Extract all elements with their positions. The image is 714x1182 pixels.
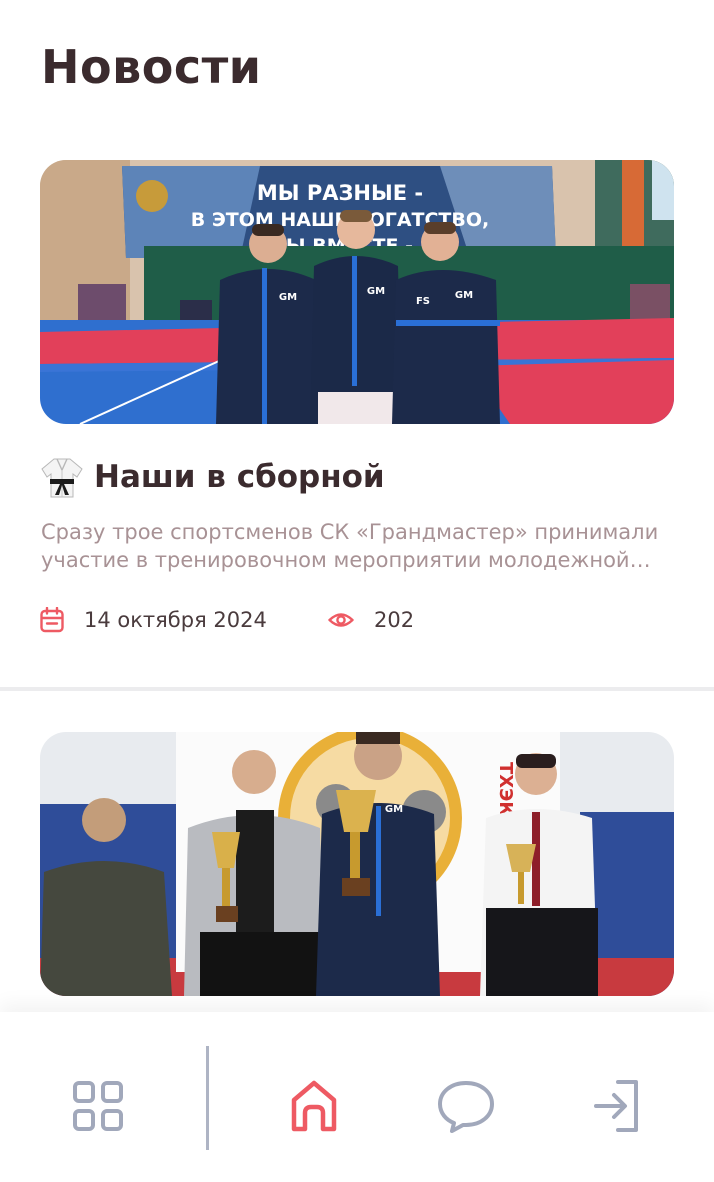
news-views: 202 (328, 602, 414, 638)
chat-icon (438, 1081, 494, 1133)
martial-arts-uniform-icon (41, 458, 83, 498)
news-photo-2[interactable]: ТХЭКВОНДО GM (40, 732, 674, 996)
news-photo-1-image: МЫ РАЗНЫЕ - В ЭТОМ НАШЕ БОГАТСТВО, МЫ ВМ… (40, 160, 674, 424)
eye-icon (328, 613, 354, 627)
news-excerpt: Сразу трое спортсменов СК «Грандмастер» … (41, 520, 659, 572)
home-icon (291, 1080, 337, 1132)
bottom-nav (0, 1012, 714, 1182)
jacket-label-4: GM (455, 290, 473, 301)
login-icon (594, 1080, 638, 1132)
jacket-label-2: GM (367, 286, 385, 297)
page-title: Новости (41, 40, 262, 94)
news-date-text: 14 октября 2024 (84, 608, 267, 632)
nav-separator (206, 1046, 209, 1150)
news-title[interactable]: Наши в сборной (40, 455, 385, 499)
calendar-icon (40, 607, 64, 633)
jacket-label-3: FS (416, 296, 430, 307)
nav-login-button[interactable] (578, 1066, 658, 1146)
news-divider (0, 687, 714, 691)
jacket-label-1: GM (279, 292, 297, 303)
nav-home-button[interactable] (274, 1066, 354, 1146)
nav-grid-button[interactable] (58, 1066, 138, 1146)
banner-line-1: МЫ РАЗНЫЕ - (257, 181, 423, 205)
news-views-count: 202 (374, 608, 415, 632)
news-photo-1[interactable]: МЫ РАЗНЫЕ - В ЭТОМ НАШЕ БОГАТСТВО, МЫ ВМ… (40, 160, 674, 424)
news-title-text: Наши в сборной (94, 459, 385, 495)
nav-chat-button[interactable] (426, 1066, 506, 1146)
jacket-label-card2: GM (385, 804, 403, 815)
grid-icon (73, 1081, 123, 1131)
news-photo-2-image: ТХЭКВОНДО GM (40, 732, 674, 996)
news-date: 14 октября 2024 (40, 602, 267, 638)
